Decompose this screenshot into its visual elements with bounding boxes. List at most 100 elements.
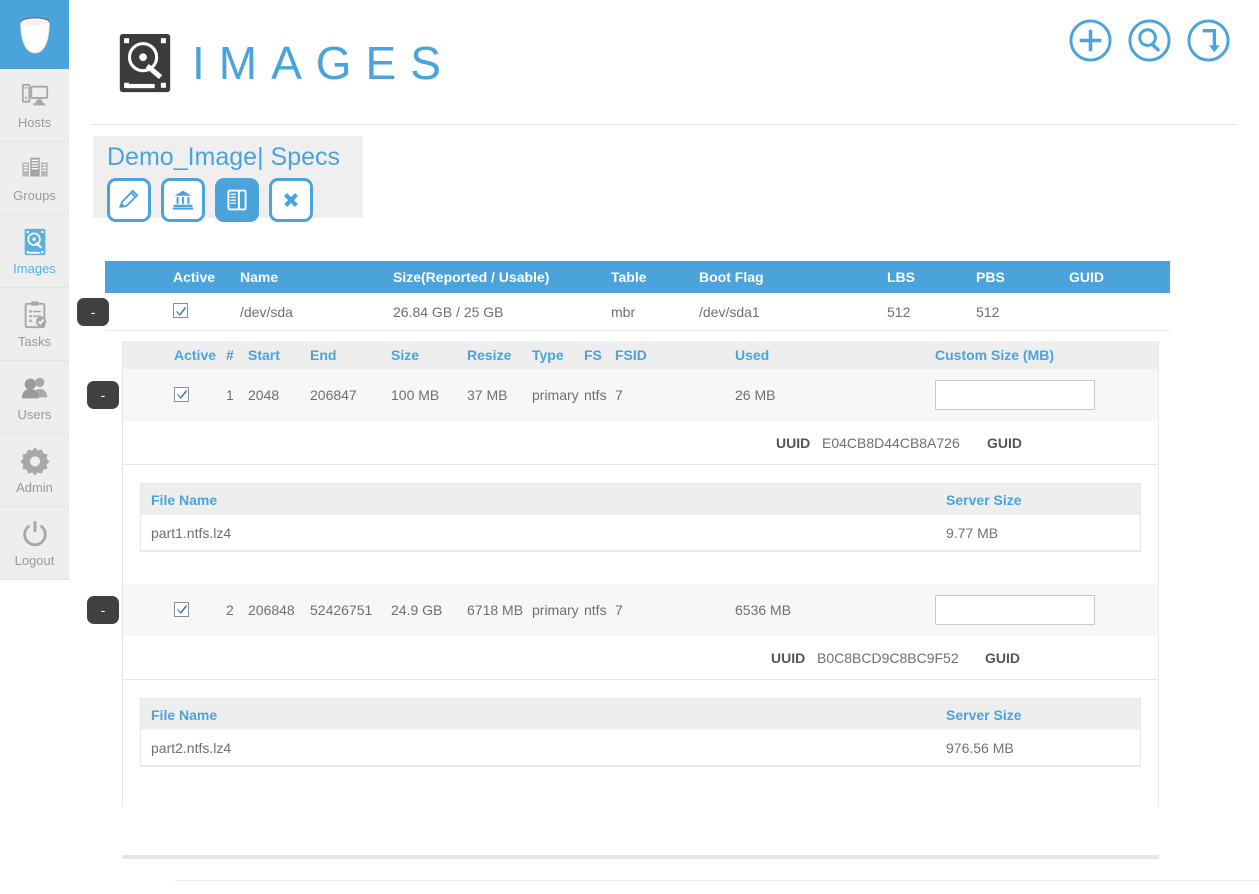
column-header-size: Size	[391, 347, 467, 363]
column-header-resize: Resize	[467, 347, 532, 363]
sidebar-item-logout[interactable]: Logout	[0, 507, 69, 580]
partition-fs: ntfs	[584, 602, 615, 618]
storage-button[interactable]	[161, 178, 205, 222]
column-header-name: Name	[240, 269, 393, 285]
disk-size: 26.84 GB / 25 GB	[393, 304, 611, 320]
column-header-type: Type	[532, 347, 584, 363]
column-header-number: #	[226, 347, 248, 363]
plus-circle-icon[interactable]	[1067, 17, 1114, 64]
clipboard-check-icon	[20, 300, 50, 330]
file-row: part2.ntfs.lz4 976.56 MB	[141, 730, 1140, 766]
column-header-fsid: FSID	[615, 347, 735, 363]
column-header-custom-size: Custom Size (MB)	[935, 347, 1115, 363]
disk-boot-flag: /dev/sda1	[699, 304, 887, 320]
close-x-icon	[279, 188, 303, 212]
file-table-header: File Name Server Size	[141, 699, 1140, 730]
disk-lbs: 512	[887, 304, 976, 320]
partition-type: primary	[532, 387, 584, 403]
page-title: IMAGES	[192, 40, 455, 86]
users-icon	[20, 373, 50, 403]
sidebar-item-tasks[interactable]: Tasks	[0, 288, 69, 361]
main-content: IMAGES	[69, 0, 1259, 894]
sidebar-item-label: Logout	[15, 554, 55, 568]
specs-button[interactable]	[215, 178, 259, 222]
partition-uuid-row: UUID B0C8BCD9C8BC9F52 GUID	[123, 636, 1158, 680]
delete-button[interactable]	[269, 178, 313, 222]
image-title: Demo_Image| Specs	[107, 142, 353, 172]
check-icon	[176, 388, 188, 400]
sidebar: Hosts Groups	[0, 0, 69, 580]
column-header-lbs: LBS	[887, 269, 976, 285]
partition-active-checkbox[interactable]	[174, 387, 189, 402]
check-icon	[176, 603, 188, 615]
sidebar-item-hosts[interactable]: Hosts	[0, 69, 69, 142]
fog-images-page: Hosts Groups	[0, 0, 1259, 894]
partition-number: 1	[226, 387, 248, 403]
collapse-partition-button[interactable]: -	[87, 596, 119, 624]
search-circle-icon[interactable]	[1126, 17, 1173, 64]
collapse-partition-button[interactable]: -	[87, 381, 119, 409]
partition-start: 206848	[248, 602, 310, 618]
column-header-start: Start	[248, 347, 310, 363]
column-header-server-size: Server Size	[946, 492, 1126, 508]
disk-table: Active Name Size(Reported / Usable) Tabl…	[105, 261, 1170, 331]
disk-pbs: 512	[976, 304, 1069, 320]
partition-table-header: Active # Start End Size Resize Type FS F…	[123, 341, 1158, 369]
server-size: 9.77 MB	[946, 525, 1126, 541]
disk-row: - /dev/sda 26.84 GB / 25 GB mbr /dev/sda…	[105, 293, 1170, 331]
bank-icon	[171, 188, 195, 212]
partition-end: 206847	[310, 387, 391, 403]
partition-row: - 2 206848 52426751 24.9 GB 6718 MB prim…	[123, 584, 1158, 636]
column-header-fs: FS	[584, 347, 615, 363]
file-name: part2.ntfs.lz4	[141, 740, 946, 756]
page-header: IMAGES	[69, 0, 1259, 125]
column-header-guid: GUID	[1069, 269, 1149, 285]
sidebar-item-users[interactable]: Users	[0, 361, 69, 434]
uuid-label: UUID	[771, 650, 817, 666]
panel-bottom-shadow	[122, 855, 1159, 859]
hard-drive-search-icon	[20, 227, 50, 257]
partition-fs: ntfs	[584, 387, 615, 403]
column-header-boot-flag: Boot Flag	[699, 269, 887, 285]
edit-button[interactable]	[107, 178, 151, 222]
partition-resize: 37 MB	[467, 387, 532, 403]
column-header-table: Table	[611, 269, 699, 285]
file-table: File Name Server Size part1.ntfs.lz4 9.7…	[140, 483, 1141, 552]
partition-active-checkbox[interactable]	[174, 602, 189, 617]
column-header-file-name: File Name	[141, 707, 946, 723]
disk-table-header: Active Name Size(Reported / Usable) Tabl…	[105, 261, 1170, 293]
column-header-end: End	[310, 347, 391, 363]
disk-active-checkbox[interactable]	[173, 303, 188, 318]
sidebar-item-label: Admin	[16, 481, 53, 495]
arrow-import-circle-icon[interactable]	[1185, 17, 1232, 64]
gear-icon	[20, 446, 50, 476]
sidebar-item-images[interactable]: Images	[0, 215, 69, 288]
uuid-label: UUID	[776, 435, 822, 451]
partition-resize: 6718 MB	[467, 602, 532, 618]
partition-start: 2048	[248, 387, 310, 403]
column-header-pbs: PBS	[976, 269, 1069, 285]
fog-logo[interactable]	[0, 0, 69, 69]
partition-used: 6536 MB	[735, 602, 935, 618]
partition-row: - 1 2048 206847 100 MB 37 MB primary ntf…	[123, 369, 1158, 421]
power-icon	[20, 519, 50, 549]
column-header-server-size: Server Size	[946, 707, 1126, 723]
column-header-active: Active	[174, 347, 226, 363]
partition-table: Active # Start End Size Resize Type FS F…	[122, 341, 1159, 807]
partition-uuid-row: UUID E04CB8D44CB8A726 GUID	[123, 421, 1158, 465]
image-toolbar	[107, 178, 353, 222]
fog-cup-logo-icon	[17, 15, 53, 55]
collapse-disk-button[interactable]: -	[77, 298, 109, 326]
header-actions	[1067, 17, 1232, 64]
partition-type: primary	[532, 602, 584, 618]
sidebar-item-label: Users	[18, 408, 52, 422]
custom-size-input[interactable]	[935, 380, 1095, 410]
sidebar-item-admin[interactable]: Admin	[0, 434, 69, 507]
custom-size-input[interactable]	[935, 595, 1095, 625]
partition-size: 24.9 GB	[391, 602, 467, 618]
sidebar-item-groups[interactable]: Groups	[0, 142, 69, 215]
sidebar-item-label: Hosts	[18, 116, 51, 130]
file-table-header: File Name Server Size	[141, 484, 1140, 515]
hard-drive-search-icon	[114, 32, 176, 94]
disk-name: /dev/sda	[240, 304, 393, 320]
